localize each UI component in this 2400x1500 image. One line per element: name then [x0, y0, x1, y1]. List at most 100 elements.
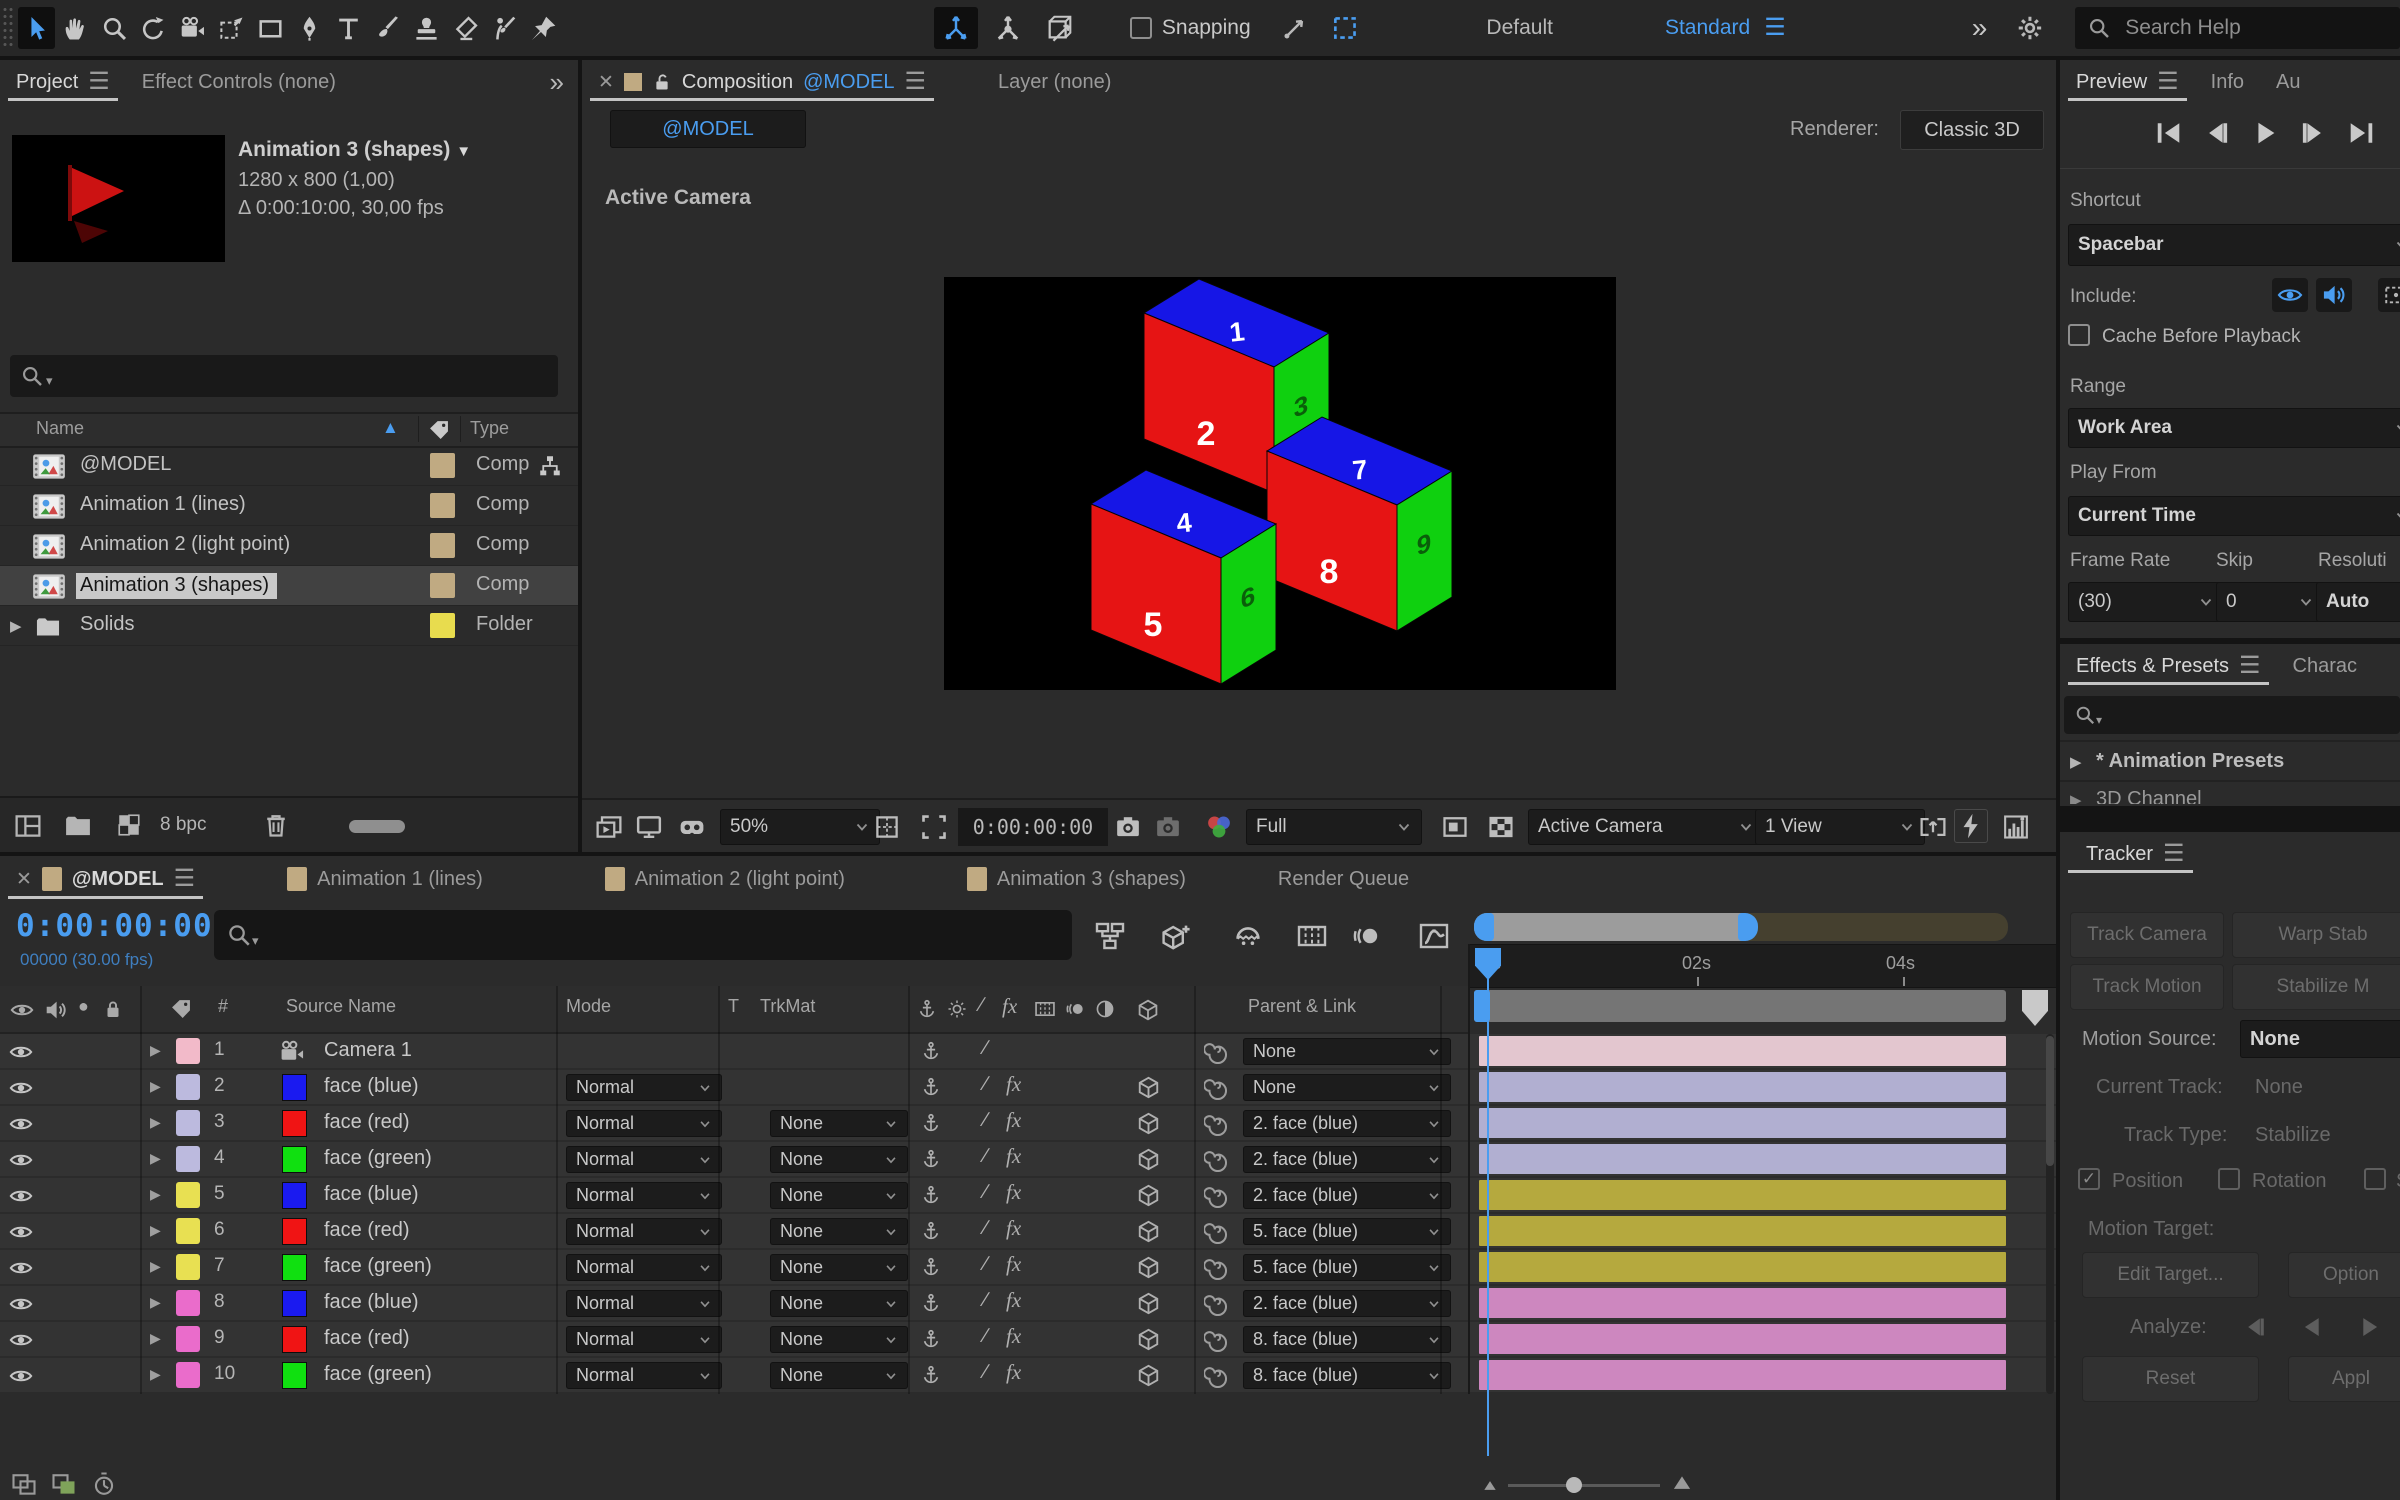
- first-frame-button[interactable]: [2154, 118, 2184, 148]
- layer-row[interactable]: ▶ 3 face (red) Normal None ∕ fx 2. face (blue): [0, 1106, 2056, 1142]
- quality-switch[interactable]: [920, 1328, 942, 1350]
- label-color-chip[interactable]: [176, 1146, 200, 1172]
- layer-color-swatch[interactable]: [282, 1146, 307, 1173]
- timeline-tab[interactable]: Animation 2 (light point): [589, 856, 861, 902]
- preset-category-3d-channel[interactable]: ▶ 3D Channel: [2060, 784, 2400, 804]
- effects-switch[interactable]: fx: [1006, 1072, 1021, 1097]
- analyze-backward-frame-button[interactable]: [2242, 1314, 2268, 1340]
- cache-before-playback-checkbox[interactable]: [2068, 324, 2090, 346]
- layer-color-swatch[interactable]: [282, 1110, 307, 1137]
- threed-switch[interactable]: [1136, 1327, 1161, 1352]
- trkmat-dropdown[interactable]: None: [770, 1146, 908, 1173]
- panel-menu-icon[interactable]: ☰: [2157, 70, 2179, 94]
- column-parent[interactable]: Parent & Link: [1248, 996, 1356, 1017]
- expand-inout-icon[interactable]: [90, 1470, 118, 1498]
- layer-row[interactable]: ▶ 5 face (blue) Normal None ∕ fx 2. face (blue): [0, 1178, 2056, 1214]
- threed-switch[interactable]: [1136, 1147, 1161, 1172]
- video-toggle[interactable]: [9, 1040, 33, 1064]
- column-number[interactable]: #: [218, 996, 228, 1017]
- play-from-dropdown[interactable]: Current Time: [2068, 496, 2400, 536]
- layer-color-swatch[interactable]: [282, 1362, 307, 1389]
- layer-row[interactable]: ▶ 6 face (red) Normal None ∕ fx 5. face (blue): [0, 1214, 2056, 1250]
- parent-dropdown[interactable]: 2. face (blue): [1243, 1146, 1451, 1173]
- pickwhip-icon[interactable]: [1204, 1291, 1229, 1316]
- parent-dropdown[interactable]: 2. face (blue): [1243, 1110, 1451, 1137]
- threed-switch[interactable]: [1136, 1363, 1161, 1388]
- expand-icon[interactable]: ▶: [2070, 791, 2082, 804]
- layer-name[interactable]: Camera 1: [324, 1039, 412, 1062]
- layer-name[interactable]: face (red): [324, 1219, 410, 1242]
- threed-switch[interactable]: [1136, 1183, 1161, 1208]
- layer-row[interactable]: ▶ 7 face (green) Normal None ∕ fx 5. face (blue…: [0, 1250, 2056, 1286]
- bit-depth-button[interactable]: 8 bpc: [160, 814, 206, 836]
- zoom-out-mountain-icon[interactable]: [1482, 1478, 1498, 1492]
- expand-transfer-controls-icon[interactable]: [50, 1470, 78, 1498]
- always-preview-icon[interactable]: [595, 813, 623, 841]
- project-item-row[interactable]: @MODEL Comp: [0, 446, 578, 486]
- threed-switch[interactable]: [1136, 1111, 1161, 1136]
- tab-composition[interactable]: ✕ Composition @MODEL ☰: [582, 60, 942, 104]
- layer-duration-bar[interactable]: [1479, 1180, 2006, 1210]
- timeline-search-field[interactable]: ▾: [214, 910, 1072, 960]
- trkmat-dropdown[interactable]: None: [770, 1218, 908, 1245]
- video-toggle[interactable]: [9, 1328, 33, 1352]
- label-color-chip[interactable]: [176, 1074, 200, 1100]
- parent-dropdown[interactable]: None: [1243, 1038, 1451, 1065]
- tool-roto-brush[interactable]: [486, 7, 523, 49]
- tool-clone-stamp[interactable]: [408, 7, 445, 49]
- quality-switch[interactable]: [920, 1148, 942, 1170]
- project-item-row[interactable]: ▶ Solids Folder: [0, 606, 578, 646]
- label-color-chip[interactable]: [430, 573, 455, 598]
- tab-preview[interactable]: Preview ☰: [2060, 60, 2195, 104]
- label-color-chip[interactable]: [176, 1254, 200, 1280]
- layer-color-swatch[interactable]: [282, 1074, 307, 1101]
- layer-row[interactable]: ▶ 10 face (green) Normal None ∕ fx 8. face (blu…: [0, 1358, 2056, 1394]
- project-item-name[interactable]: Animation 1 (lines): [80, 493, 246, 516]
- video-toggle[interactable]: [9, 1364, 33, 1388]
- pickwhip-icon[interactable]: [1204, 1111, 1229, 1136]
- trkmat-dropdown[interactable]: None: [770, 1326, 908, 1353]
- panel-menu-icon[interactable]: ☰: [2239, 654, 2261, 678]
- magnification-dropdown[interactable]: 50%: [720, 809, 880, 845]
- skip-dropdown[interactable]: 0: [2216, 582, 2324, 622]
- parent-dropdown[interactable]: None: [1243, 1074, 1451, 1101]
- video-toggle[interactable]: [9, 1292, 33, 1316]
- local-axis-mode[interactable]: [933, 7, 978, 49]
- trash-icon[interactable]: [262, 811, 290, 839]
- tool-rotation[interactable]: [135, 7, 172, 49]
- frame-blending-icon[interactable]: [1296, 920, 1328, 952]
- blend-mode-dropdown[interactable]: Normal: [566, 1074, 722, 1101]
- pickwhip-icon[interactable]: [1204, 1363, 1229, 1388]
- quality-switch[interactable]: [920, 1184, 942, 1206]
- fast-previews-icon[interactable]: [1954, 809, 1988, 843]
- panel-menu-icon[interactable]: ☰: [174, 867, 196, 891]
- label-color-chip[interactable]: [430, 493, 455, 518]
- project-item-row[interactable]: Animation 3 (shapes) Comp: [0, 566, 578, 606]
- column-trkmat[interactable]: TrkMat: [760, 996, 815, 1017]
- layer-color-swatch[interactable]: [282, 1218, 307, 1245]
- snapshot-icon[interactable]: [1114, 813, 1142, 841]
- layer-name[interactable]: face (green): [324, 1147, 432, 1170]
- trkmat-dropdown[interactable]: None: [770, 1254, 908, 1281]
- include-audio-toggle[interactable]: [2316, 278, 2352, 312]
- tab-effects-presets[interactable]: Effects & Presets ☰: [2060, 644, 2277, 688]
- expand-icon[interactable]: ▶: [150, 1186, 161, 1203]
- layer-color-swatch[interactable]: [282, 1326, 307, 1353]
- expand-icon[interactable]: ▶: [150, 1150, 161, 1167]
- previous-frame-button[interactable]: [2202, 118, 2232, 148]
- label-color-chip[interactable]: [176, 1326, 200, 1352]
- tool-pan-behind[interactable]: [213, 7, 250, 49]
- layer-name[interactable]: face (red): [324, 1111, 410, 1134]
- exposure-region-icon[interactable]: [1441, 813, 1469, 841]
- channels-dropdown[interactable]: Full: [1246, 809, 1422, 845]
- track-camera-button[interactable]: Track Camera: [2070, 912, 2224, 958]
- timeline-navigator[interactable]: [1474, 913, 2008, 941]
- next-frame-button[interactable]: [2298, 118, 2328, 148]
- timeline-zoom-slider[interactable]: [1508, 1477, 1660, 1493]
- label-color-chip[interactable]: [176, 1182, 200, 1208]
- panel-menu-icon[interactable]: ☰: [2163, 842, 2185, 866]
- blend-mode-dropdown[interactable]: Normal: [566, 1110, 722, 1137]
- tab-info[interactable]: Info: [2195, 60, 2260, 104]
- expand-icon[interactable]: ▶: [150, 1042, 161, 1059]
- graph-editor-icon[interactable]: [1418, 920, 1450, 952]
